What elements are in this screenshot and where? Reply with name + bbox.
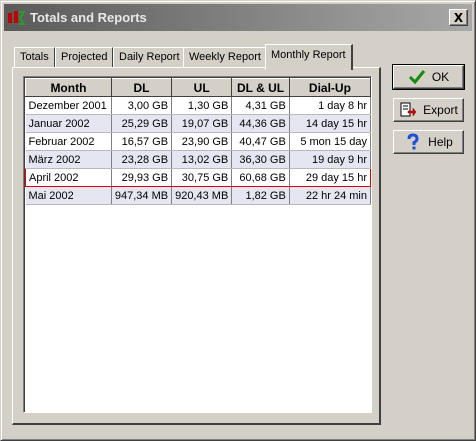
cell-dial-up: 22 hr 24 min	[289, 186, 371, 205]
cell-dial-up: 29 day 15 hr	[289, 168, 371, 187]
cell-dial-up: 1 day 8 hr	[289, 96, 371, 115]
cell-dl: 16,57 GB	[111, 132, 173, 151]
tab-weekly-report[interactable]: Weekly Report	[183, 47, 267, 68]
title-bar[interactable]: Totals and Reports X	[4, 4, 472, 31]
cell-ul: 30,75 GB	[171, 168, 233, 187]
cell-month: Januar 2002	[25, 114, 112, 133]
cell-month: Mai 2002	[25, 186, 112, 205]
column-header-dl-ul[interactable]: DL & UL	[231, 78, 290, 97]
cell-dl-ul: 36,30 GB	[231, 150, 290, 169]
cell-ul: 920,43 MB	[171, 186, 233, 205]
tab-totals[interactable]: Totals	[14, 47, 55, 68]
help-button[interactable]: Help	[393, 130, 464, 154]
export-button[interactable]: Export	[393, 98, 464, 122]
report-window: Totals and Reports X Totals Projected Da…	[0, 0, 476, 441]
export-label: Export	[423, 103, 458, 117]
table-header-row: Month DL UL DL & UL Dial-Up	[25, 78, 371, 97]
cell-dial-up: 5 mon 15 day	[289, 132, 371, 151]
report-grid[interactable]: Month DL UL DL & UL Dial-Up Dezember 200…	[23, 76, 372, 413]
tab-monthly-report[interactable]: Monthly Report	[265, 44, 353, 70]
cell-dl: 23,28 GB	[111, 150, 173, 169]
app-icon	[8, 11, 25, 25]
cell-dl-ul: 40,47 GB	[231, 132, 290, 151]
cell-month: Dezember 2001	[25, 96, 112, 115]
table-row-selected[interactable]: April 2002 29,93 GB 30,75 GB 60,68 GB 29…	[25, 168, 371, 187]
cell-dl-ul: 60,68 GB	[231, 168, 290, 187]
close-button[interactable]: X	[449, 9, 468, 26]
cell-month: März 2002	[25, 150, 112, 169]
table-row[interactable]: März 2002 23,28 GB 13,02 GB 36,30 GB 19 …	[25, 150, 371, 169]
monthly-report-panel: Month DL UL DL & UL Dial-Up Dezember 200…	[12, 67, 381, 425]
tab-daily-report[interactable]: Daily Report	[113, 47, 186, 68]
cell-dial-up: 14 day 15 hr	[289, 114, 371, 133]
cell-ul: 1,30 GB	[171, 96, 233, 115]
ok-button[interactable]: OK	[392, 64, 465, 90]
cell-dl: 29,93 GB	[111, 168, 173, 187]
cell-dl: 25,29 GB	[111, 114, 173, 133]
cell-dl-ul: 44,36 GB	[231, 114, 290, 133]
column-header-dl[interactable]: DL	[110, 78, 173, 97]
column-header-month[interactable]: Month	[25, 78, 112, 97]
tab-projected[interactable]: Projected	[55, 47, 114, 68]
cell-ul: 13,02 GB	[171, 150, 233, 169]
cell-ul: 23,90 GB	[171, 132, 233, 151]
cell-dl: 3,00 GB	[111, 96, 173, 115]
close-icon: X	[453, 10, 464, 25]
question-mark-icon	[407, 133, 419, 150]
ok-label: OK	[431, 70, 450, 84]
cell-month: Februar 2002	[25, 132, 112, 151]
checkmark-icon	[408, 70, 425, 85]
help-label: Help	[428, 135, 453, 149]
window-title: Totals and Reports	[30, 10, 147, 25]
cell-dl-ul: 1,82 GB	[231, 186, 290, 205]
column-header-ul[interactable]: UL	[171, 78, 233, 97]
table-row[interactable]: Januar 2002 25,29 GB 19,07 GB 44,36 GB 1…	[25, 114, 371, 133]
cell-dial-up: 19 day 9 hr	[289, 150, 371, 169]
column-header-dial-up[interactable]: Dial-Up	[288, 78, 371, 97]
export-icon	[400, 102, 417, 117]
cell-ul: 19,07 GB	[171, 114, 233, 133]
monthly-report-table: Month DL UL DL & UL Dial-Up Dezember 200…	[25, 78, 371, 205]
table-row[interactable]: Mai 2002 947,34 MB 920,43 MB 1,82 GB 22 …	[25, 186, 371, 205]
cell-month: April 2002	[25, 168, 112, 187]
table-row[interactable]: Februar 2002 16,57 GB 23,90 GB 40,47 GB …	[25, 132, 371, 151]
cell-dl-ul: 4,31 GB	[231, 96, 290, 115]
table-row[interactable]: Dezember 2001 3,00 GB 1,30 GB 4,31 GB 1 …	[25, 96, 371, 115]
cell-dl: 947,34 MB	[111, 186, 173, 205]
